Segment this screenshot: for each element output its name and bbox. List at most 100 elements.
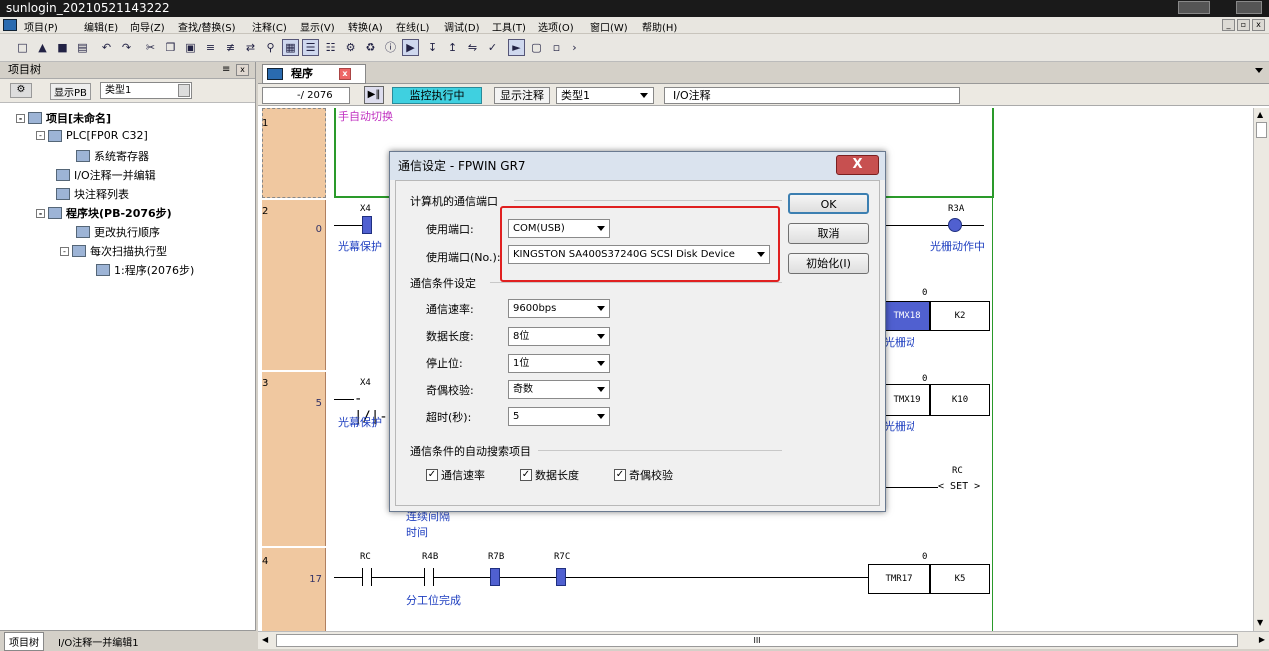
upload-icon[interactable]: ↥ [444,39,461,56]
chevron-down-icon[interactable] [178,84,190,97]
scroll-right-icon[interactable]: ▶ [1259,635,1265,644]
menu-find[interactable]: 查找/替换(S) [178,19,236,34]
tmx-setting[interactable]: K2 [930,301,990,331]
menu-convert[interactable]: 转换(A) [348,19,383,34]
rung-label-1[interactable] [262,108,326,198]
cancel-button[interactable]: 取消 [788,223,869,244]
dialog-close-button[interactable]: X [836,155,879,175]
contact-off[interactable] [424,568,434,586]
collapse-icon[interactable]: - [36,208,45,218]
checkbox-checked-icon[interactable]: ✓ [520,469,532,481]
ladder-view-icon[interactable]: ▦ [282,39,299,56]
paste-icon[interactable]: ▣ [182,39,199,56]
scroll-left-icon[interactable]: ◀ [262,635,268,644]
save-icon[interactable]: ■ [54,39,71,56]
run-icon[interactable]: ► [508,39,525,56]
close-icon[interactable]: x [236,64,249,76]
tab-io-comment[interactable]: I/O注释一并编辑1 [54,633,143,650]
copy-icon[interactable]: ❐ [162,39,179,56]
ok-button[interactable]: OK [788,193,869,214]
tree-item-scan-type[interactable]: - 每次扫描执行型 [60,243,167,259]
tmx-setting[interactable]: K10 [930,384,990,416]
checkbox-checked-icon[interactable]: ✓ [614,469,626,481]
comment-type-select[interactable]: 类型1 [556,87,654,104]
tab-project-tree[interactable]: 项目树 [4,632,44,651]
delete-row-icon[interactable]: ≢ [222,39,239,56]
menu-online[interactable]: 在线(L) [396,19,429,34]
chk-datalen[interactable]: ✓ 数据长度 [520,467,579,483]
tmr-setting[interactable]: K5 [930,564,990,594]
tab-program[interactable]: 程序 x [262,64,366,84]
monitor-toggle-icon[interactable]: ▶‖ [364,86,384,104]
mdi-close-icon[interactable]: x [1252,19,1265,31]
mdi-restore-icon[interactable]: ▫ [1237,19,1250,31]
vertical-scrollbar[interactable]: ▲ ▼ [1253,108,1269,631]
scroll-down-icon[interactable]: ▼ [1257,618,1263,627]
download-icon[interactable]: ↧ [424,39,441,56]
baud-select[interactable]: 9600bps [508,299,610,318]
scroll-thumb[interactable] [1256,122,1267,138]
tree-item-plc[interactable]: - PLC[FP0R C32] [36,129,148,142]
parity-select[interactable]: 奇数 [508,380,610,399]
restore-control[interactable] [1178,1,1210,14]
checkbox-checked-icon[interactable]: ✓ [426,469,438,481]
menu-comment[interactable]: 注释(C) [252,19,287,34]
print-icon[interactable]: ▤ [74,39,91,56]
contact-off[interactable] [362,568,372,586]
collapse-icon[interactable]: - [60,246,69,256]
menu-project[interactable]: 项目(P) [24,19,58,34]
cut-icon[interactable]: ✂ [142,39,159,56]
toolbar-overflow-icon[interactable]: › [566,39,583,56]
menu-wizard[interactable]: 向导(Z) [130,19,165,34]
tree-options-icon[interactable]: ⚙ [10,83,32,98]
collapse-icon[interactable]: - [36,131,45,140]
mdi-minimize-icon[interactable]: _ [1222,19,1235,31]
transfer-icon[interactable]: ⇄ [242,39,259,56]
menu-edit[interactable]: 编辑(E) [84,19,118,34]
menu-view[interactable]: 显示(V) [300,19,335,34]
set-coil[interactable]: < SET > [938,481,980,492]
contact-on[interactable] [556,568,566,586]
io-comment-field[interactable]: I/O注释 [664,87,960,104]
undo-icon[interactable]: ↶ [98,39,115,56]
info-icon[interactable]: ⓘ [382,39,399,56]
list-view-icon[interactable]: ☰ [302,39,319,56]
online-icon[interactable]: ▶ [402,39,419,56]
compile-icon[interactable]: ⚙ [342,39,359,56]
close-icon[interactable]: x [339,68,351,80]
tree-type-select[interactable]: 类型1 [100,82,192,99]
tree-item-program-1[interactable]: 1:程序(2076步) [96,262,194,278]
stopbit-select[interactable]: 1位 [508,354,610,373]
show-comment-button[interactable]: 显示注释 [494,87,550,104]
program-mode-icon[interactable]: ▢ [528,39,545,56]
contact-on[interactable] [362,216,372,234]
hscroll-thumb[interactable]: III [276,634,1238,647]
tree-item-project[interactable]: - 项目[未命名] [16,110,111,126]
status-icon[interactable]: ▫ [548,39,565,56]
collapse-icon[interactable]: - [16,113,25,123]
tmr-instruction[interactable]: TMR17 [868,564,930,594]
tree-item-exec-order[interactable]: 更改执行顺序 [76,224,160,240]
monitor-icon[interactable]: ☷ [322,39,339,56]
tab-dropdown-icon[interactable] [1255,68,1263,73]
coil-output[interactable] [948,218,962,232]
datalen-select[interactable]: 8位 [508,327,610,346]
scroll-up-icon[interactable]: ▲ [1257,110,1263,119]
menu-help[interactable]: 帮助(H) [642,19,677,34]
tree-item-program-block[interactable]: - 程序块(PB-2076步) [36,205,172,221]
tmx-instruction[interactable]: TMX19 [884,384,930,416]
init-button[interactable]: 初始化(I) [788,253,869,274]
menu-tools[interactable]: 工具(T) [492,19,526,34]
convert-icon[interactable]: ♻ [362,39,379,56]
chk-parity[interactable]: ✓ 奇偶校验 [614,467,673,483]
contact-on[interactable] [490,568,500,586]
verify-icon[interactable]: ✓ [484,39,501,56]
insert-row-icon[interactable]: ≡ [202,39,219,56]
rung-label-4[interactable] [262,548,326,631]
tree-item-block-comment[interactable]: 块注释列表 [56,186,129,202]
timeout-select[interactable]: 5 [508,407,610,426]
chk-baud[interactable]: ✓ 通信速率 [426,467,485,483]
tmx-instruction[interactable]: TMX18 [884,301,930,331]
redo-icon[interactable]: ↷ [118,39,135,56]
find-icon[interactable]: ⚲ [262,39,279,56]
